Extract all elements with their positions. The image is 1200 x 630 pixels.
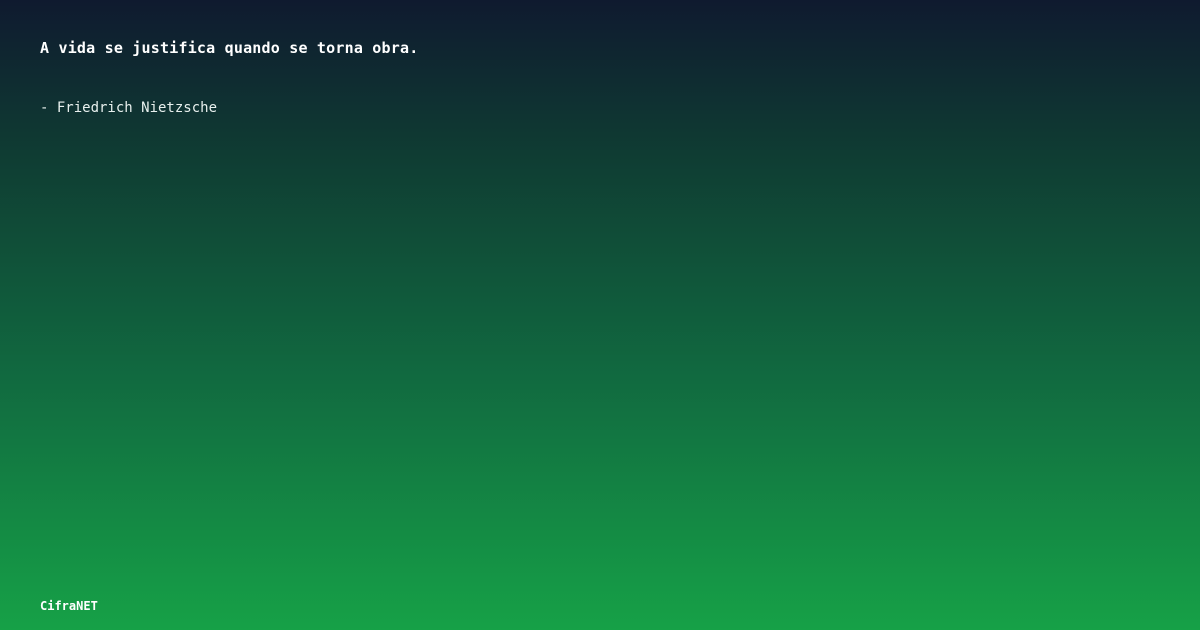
quote-author: - Friedrich Nietzsche (40, 100, 218, 116)
brand-logo-text: CifraNET (40, 599, 98, 613)
quote-text: A vida se justifica quando se torna obra… (40, 39, 419, 57)
quote-card: { "quote": { "text": "A vida se justific… (0, 0, 1200, 630)
